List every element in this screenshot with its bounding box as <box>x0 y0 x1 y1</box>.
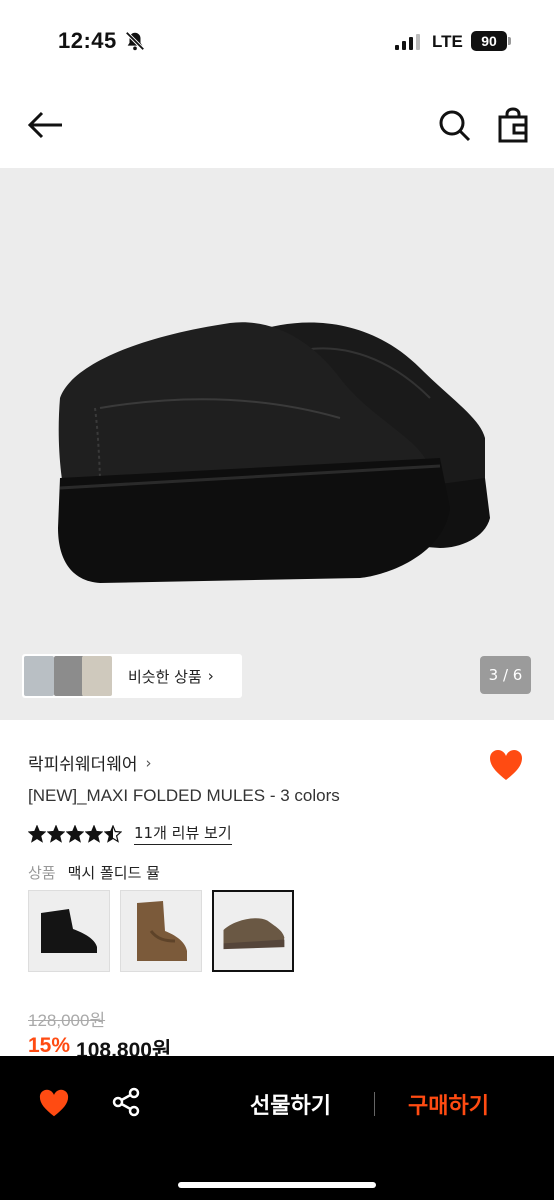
status-time: 12:45 <box>58 28 117 53</box>
variant-thumb-taupe[interactable] <box>212 890 294 972</box>
option-value: 맥시 폴디드 뮬 <box>67 864 160 882</box>
top-nav <box>0 95 554 157</box>
similar-products-label: 비슷한 상품 <box>128 667 202 686</box>
signal-icon <box>395 34 420 50</box>
review-link[interactable]: 11개 리뷰 보기 <box>134 822 232 845</box>
color-variants <box>28 890 294 972</box>
share-icon[interactable] <box>110 1086 142 1118</box>
rating-row: 11개 리뷰 보기 <box>28 822 232 845</box>
bottom-action-bar: 선물하기 구매하기 <box>0 1056 554 1200</box>
star-icon <box>85 824 103 843</box>
rating-stars <box>28 824 122 843</box>
gift-button[interactable]: 선물하기 <box>250 1088 331 1120</box>
brand-link[interactable]: 락피쉬웨더웨어 › <box>28 750 152 776</box>
search-icon[interactable] <box>436 107 472 143</box>
variant-brown-image <box>137 901 187 961</box>
star-icon <box>104 824 122 843</box>
back-arrow-icon[interactable] <box>26 107 66 143</box>
similar-thumb <box>54 656 84 696</box>
battery-indicator: 90 <box>471 31 507 51</box>
product-photo <box>58 322 490 583</box>
product-image-gallery[interactable]: 비슷한 상품 › 3 / 6 <box>0 168 554 720</box>
network-label: LTE <box>432 32 463 51</box>
similar-thumb <box>82 656 112 696</box>
product-title: [NEW]_MAXI FOLDED MULES - 3 colors <box>28 786 340 805</box>
star-icon <box>66 824 84 843</box>
bell-muted-icon <box>125 31 145 51</box>
similar-products-chip[interactable]: 비슷한 상품 › <box>22 654 242 698</box>
variant-black-image <box>41 909 97 953</box>
brand-name: 락피쉬웨더웨어 <box>28 755 138 775</box>
similar-thumbnails <box>22 654 112 698</box>
chevron-right-icon: › <box>207 667 214 685</box>
option-row: 상품 맥시 폴디드 뮬 <box>28 862 160 883</box>
shopping-bag-icon[interactable] <box>496 107 530 143</box>
image-page-indicator: 3 / 6 <box>480 656 531 694</box>
original-price: 128,000원 <box>28 1011 106 1030</box>
chevron-right-icon: › <box>145 753 152 772</box>
star-icon <box>28 824 46 843</box>
star-icon <box>47 824 65 843</box>
similar-thumb <box>24 656 54 696</box>
variant-taupe-image <box>223 918 285 950</box>
variant-thumb-brown[interactable] <box>120 890 202 972</box>
battery-tip <box>508 37 511 45</box>
variant-thumb-black[interactable] <box>28 890 110 972</box>
heart-icon[interactable] <box>488 748 524 782</box>
option-label: 상품 <box>28 864 56 882</box>
buy-button[interactable]: 구매하기 <box>408 1088 489 1120</box>
heart-icon[interactable] <box>38 1088 70 1118</box>
home-indicator <box>178 1182 376 1188</box>
status-bar: 12:45 LTE 90 <box>0 0 554 84</box>
divider <box>374 1092 375 1116</box>
